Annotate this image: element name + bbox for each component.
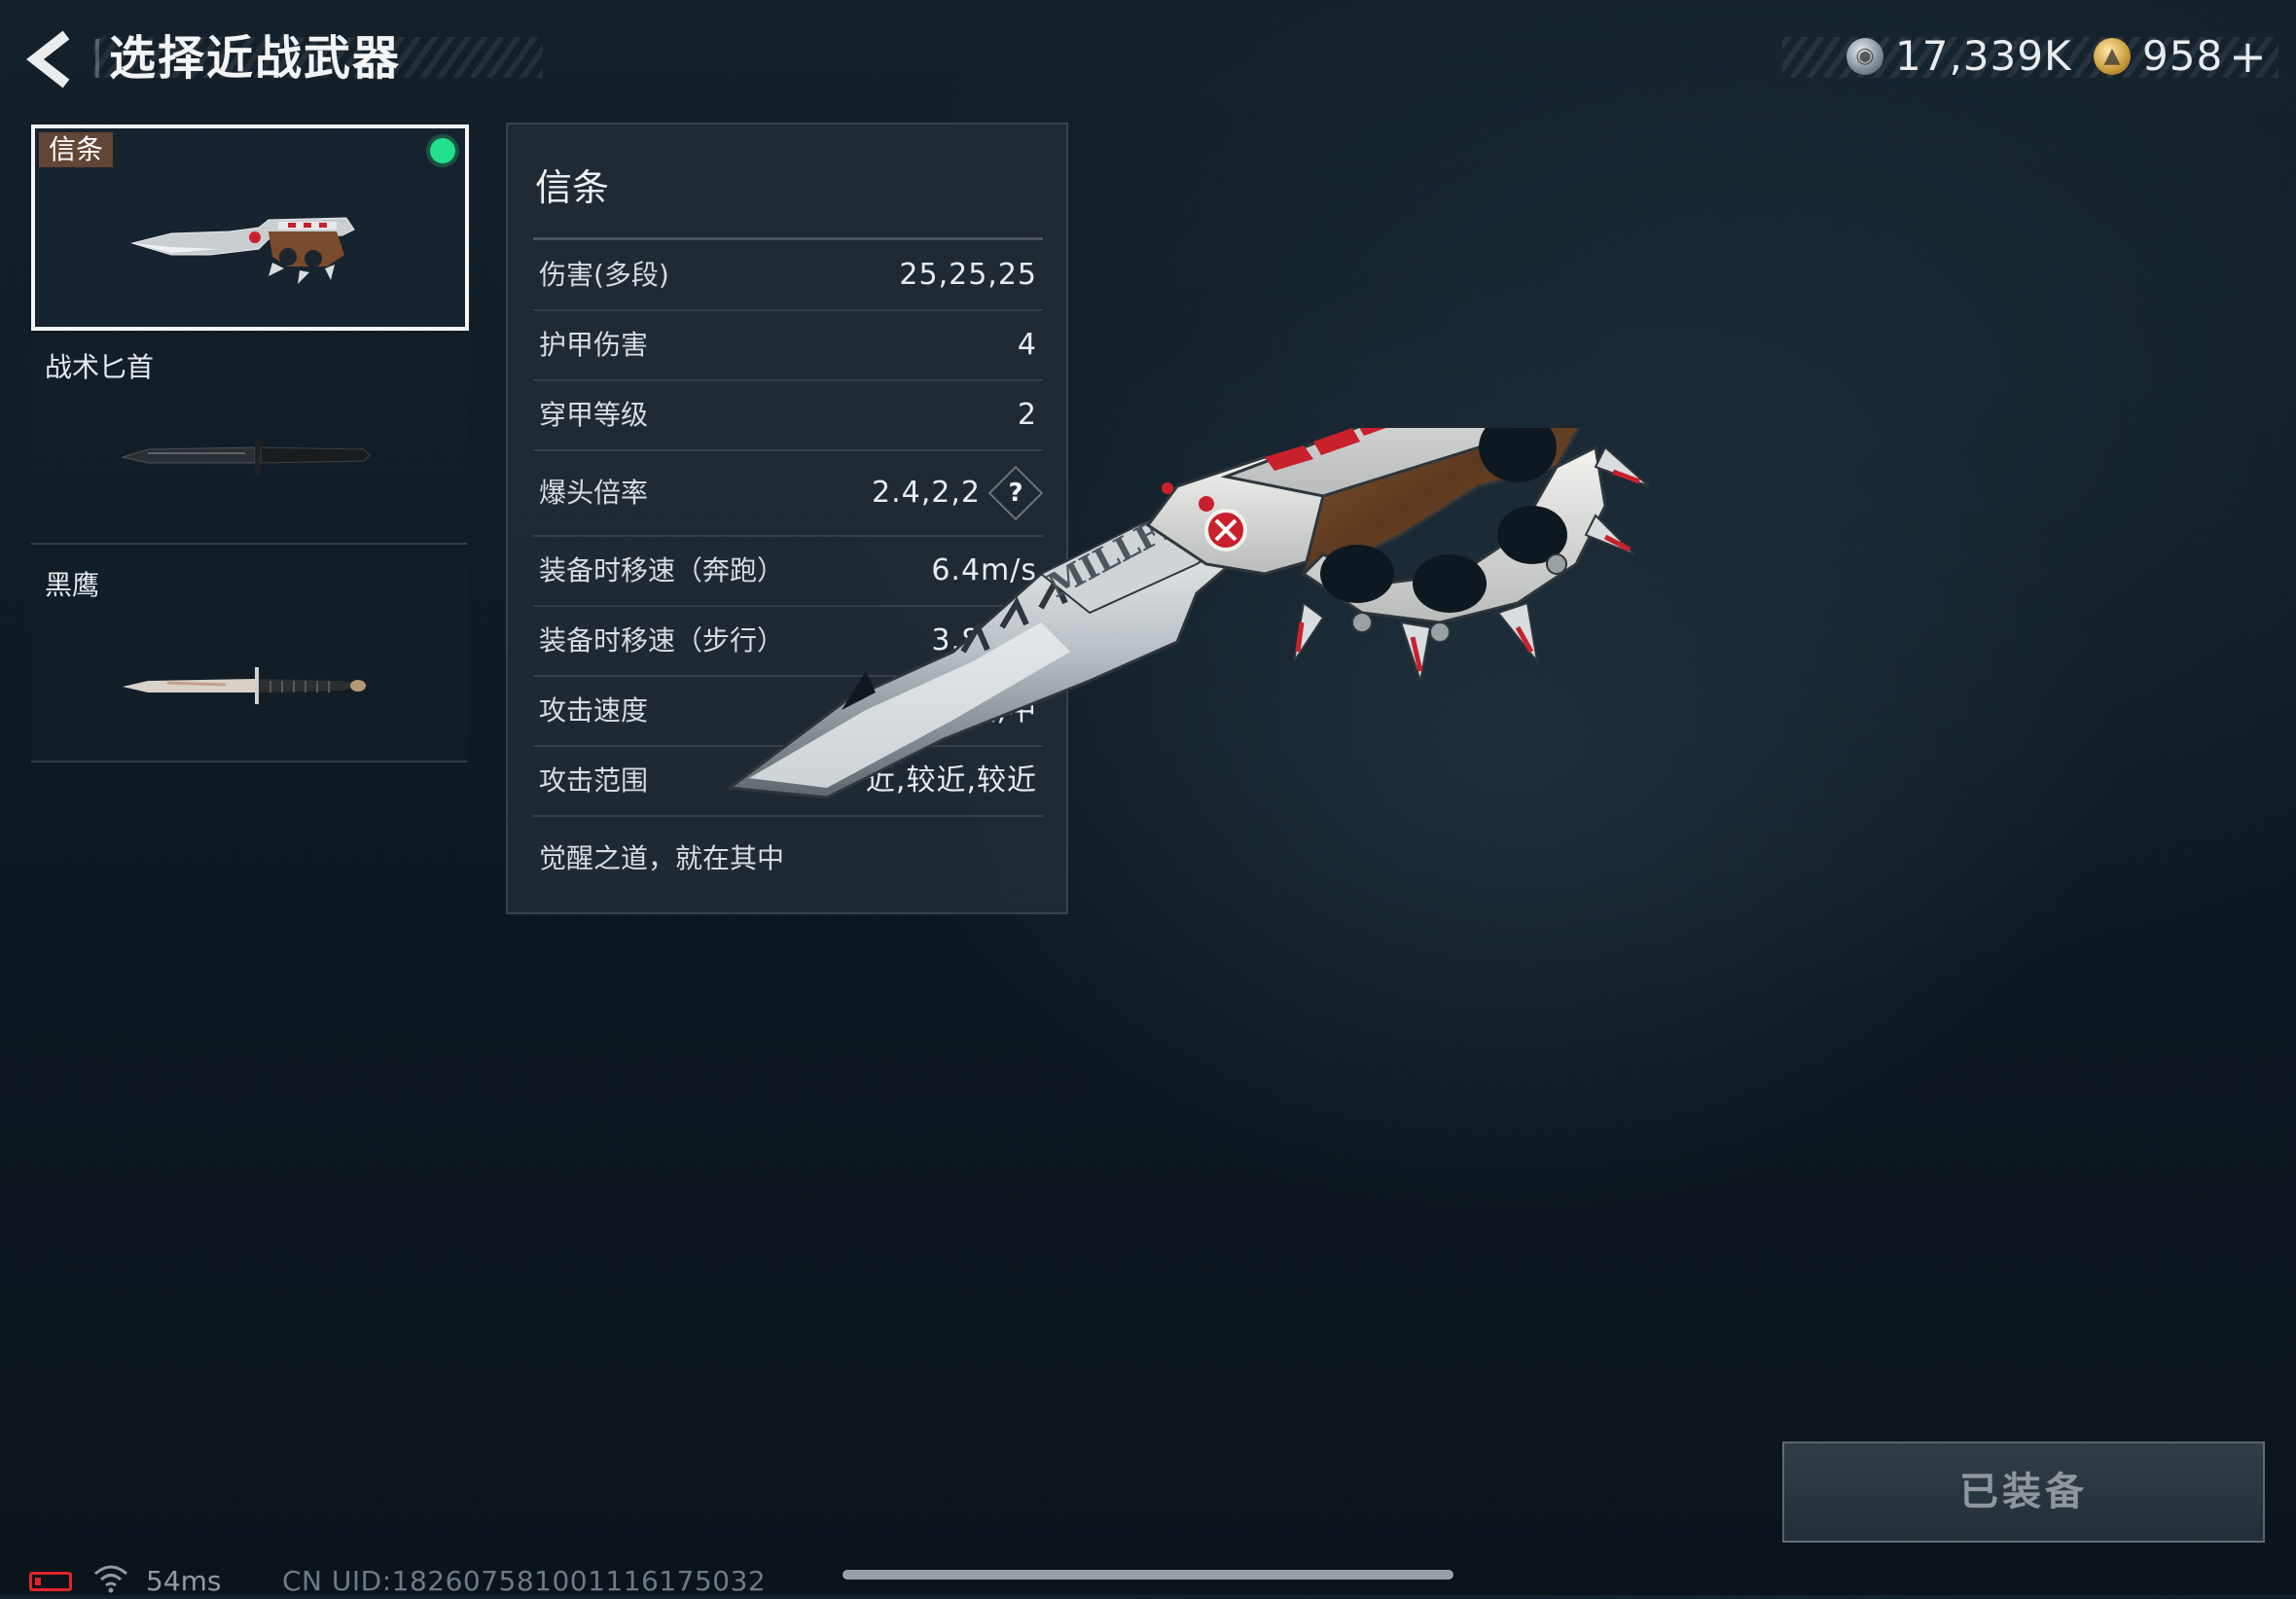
weapon-card-xintiao[interactable]: 信条 xyxy=(31,124,469,331)
battery-low-icon xyxy=(29,1572,72,1591)
silver-amount: 17,339K xyxy=(1895,32,2072,80)
back-arrow-icon xyxy=(26,30,70,89)
stat-value: 4 xyxy=(1017,328,1037,362)
weapon-card-label: 战术匕首 xyxy=(45,351,155,383)
gold-currency: ▲ 958 + xyxy=(2094,29,2267,84)
weapon-card-label: 黑鹰 xyxy=(45,569,100,601)
user-uid: CN UID:182607581001116175032 xyxy=(282,1565,767,1597)
stat-row-armor-damage: 护甲伤害 4 xyxy=(533,311,1043,381)
black-hawk-knife-thumbnail xyxy=(123,667,366,704)
stat-label: 穿甲等级 xyxy=(539,399,649,431)
equipped-indicator xyxy=(430,138,455,163)
stat-row-damage: 伤害(多段) 25,25,25 xyxy=(533,241,1043,311)
silver-currency: ◉ 17,339K xyxy=(1847,29,2072,84)
wifi-icon xyxy=(94,1565,127,1593)
network-ping: 54ms xyxy=(146,1565,222,1597)
creed-knife-thumbnail xyxy=(130,217,355,284)
gold-coin-icon: ▲ xyxy=(2094,38,2131,75)
stat-value: 25,25,25 xyxy=(899,258,1037,292)
stats-title-divider xyxy=(533,237,1043,240)
creed-knife-showcase: MILLFIELD xyxy=(726,428,1650,800)
stat-label: 爆头倍率 xyxy=(539,477,649,509)
home-indicator[interactable] xyxy=(843,1570,1453,1580)
weapon-card-label: 信条 xyxy=(39,132,114,167)
stat-label: 攻击范围 xyxy=(539,764,649,797)
silver-coin-icon: ◉ xyxy=(1847,38,1883,75)
equipped-button[interactable]: 已装备 xyxy=(1782,1441,2265,1543)
add-currency-button[interactable]: + xyxy=(2229,29,2267,84)
stat-label: 护甲伤害 xyxy=(539,329,649,361)
back-button[interactable] xyxy=(25,29,84,89)
tactical-dagger-thumbnail xyxy=(121,440,371,475)
title-separator xyxy=(95,39,99,78)
stat-label: 攻击速度 xyxy=(539,694,649,727)
weapon-card-black-hawk[interactable]: 黑鹰 xyxy=(31,558,467,763)
weapon-card-tactical-dagger[interactable]: 战术匕首 xyxy=(31,340,467,545)
equipped-button-label: 已装备 xyxy=(1959,1470,2088,1514)
stats-title: 信条 xyxy=(535,166,610,209)
stat-label: 伤害(多段) xyxy=(539,259,669,291)
gold-amount: 958 xyxy=(2142,32,2224,80)
page-title: 选择近战武器 xyxy=(109,31,402,86)
